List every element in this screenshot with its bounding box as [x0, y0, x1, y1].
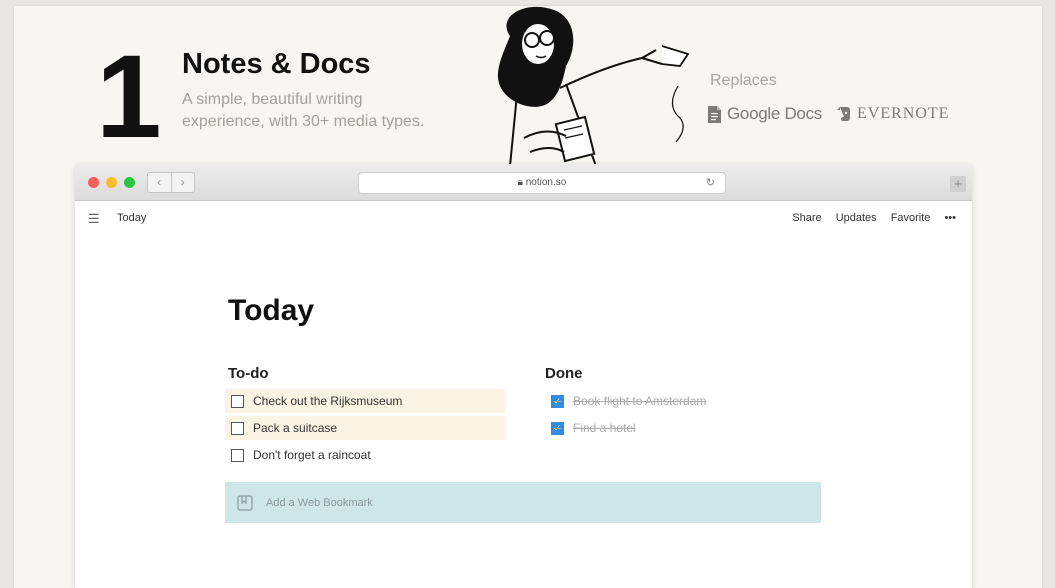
todo-checkbox[interactable] — [231, 448, 244, 462]
feature-subtitle-line-1: A simple, beautiful writing — [182, 91, 363, 108]
browser-toolbar: ‹ › 🔒︎ notion.so ↻ + — [75, 164, 972, 201]
page-title[interactable]: Today — [228, 294, 314, 328]
browser-window: ‹ › 🔒︎ notion.so ↻ + ☰ Today Share Updat… — [75, 164, 972, 588]
feature-number: 1 — [96, 31, 162, 163]
web-bookmark-block[interactable]: Add a Web Bookmark — [225, 482, 821, 523]
maximize-window-button[interactable] — [124, 177, 135, 188]
google-docs-icon — [708, 105, 721, 123]
done-item: ✓ Find a hotel — [545, 416, 636, 440]
todo-item-text[interactable]: Pack a suitcase — [253, 421, 337, 435]
minimize-window-button[interactable] — [106, 177, 117, 188]
done-item: ✓ Book flight to Amsterdam — [545, 389, 706, 413]
todo-checkbox[interactable] — [231, 394, 244, 408]
done-checkbox[interactable]: ✓ — [551, 421, 564, 435]
feature-subtitle: A simple, beautiful writing experience, … — [182, 89, 482, 133]
bookmark-icon — [237, 494, 253, 511]
todo-item: Pack a suitcase — [225, 416, 505, 440]
reload-icon[interactable]: ↻ — [706, 173, 715, 193]
todo-item-text[interactable]: Don't forget a raincoat — [253, 448, 371, 462]
evernote-icon — [836, 107, 850, 121]
done-checkbox[interactable]: ✓ — [551, 394, 564, 408]
back-button[interactable]: ‹ — [148, 173, 172, 192]
lock-icon: 🔒︎ — [517, 177, 526, 188]
feature-subtitle-line-2: experience, with 30+ media types. — [182, 113, 425, 130]
done-heading: Done — [545, 365, 583, 382]
forward-button[interactable]: › — [172, 173, 195, 192]
updates-button[interactable]: Updates — [836, 212, 877, 224]
feature-title: Notes & Docs — [182, 48, 371, 80]
done-item-text[interactable]: Book flight to Amsterdam — [573, 394, 706, 408]
new-tab-button[interactable]: + — [950, 176, 966, 192]
close-window-button[interactable] — [88, 177, 99, 188]
evernote-logo: EVERNOTE — [836, 105, 949, 123]
todo-checkbox[interactable] — [231, 421, 244, 435]
topbar-actions: Share Updates Favorite ••• — [792, 212, 956, 224]
todo-item: Check out the Rijksmuseum — [225, 389, 505, 413]
bookmark-placeholder: Add a Web Bookmark — [266, 496, 373, 509]
share-button[interactable]: Share — [792, 212, 821, 224]
google-docs-logo: Google Docs — [708, 104, 822, 124]
google-docs-label: Google Docs — [727, 104, 822, 123]
todo-heading: To-do — [228, 365, 269, 382]
replaces-label: Replaces — [710, 72, 777, 89]
address-bar[interactable]: 🔒︎ notion.so ↻ — [358, 172, 726, 194]
marketing-panel: 1 Notes & Docs A simple, beautiful writi… — [14, 6, 1042, 588]
todo-item-text[interactable]: Check out the Rijksmuseum — [253, 394, 402, 408]
favorite-button[interactable]: Favorite — [891, 212, 931, 224]
replaced-products: Google Docs EVERNOTE — [708, 104, 949, 124]
woman-illustration — [497, 6, 690, 166]
todo-item: Don't forget a raincoat — [225, 443, 505, 467]
history-nav: ‹ › — [147, 172, 195, 193]
evernote-label: EVERNOTE — [856, 105, 950, 122]
menu-icon[interactable]: ☰ — [88, 211, 100, 227]
more-options-icon[interactable]: ••• — [944, 212, 956, 224]
done-item-text[interactable]: Find a hotel — [573, 421, 636, 435]
breadcrumb[interactable]: Today — [117, 212, 146, 224]
notion-topbar: ☰ Today Share Updates Favorite ••• — [75, 200, 972, 236]
url-text: notion.so — [525, 177, 567, 188]
